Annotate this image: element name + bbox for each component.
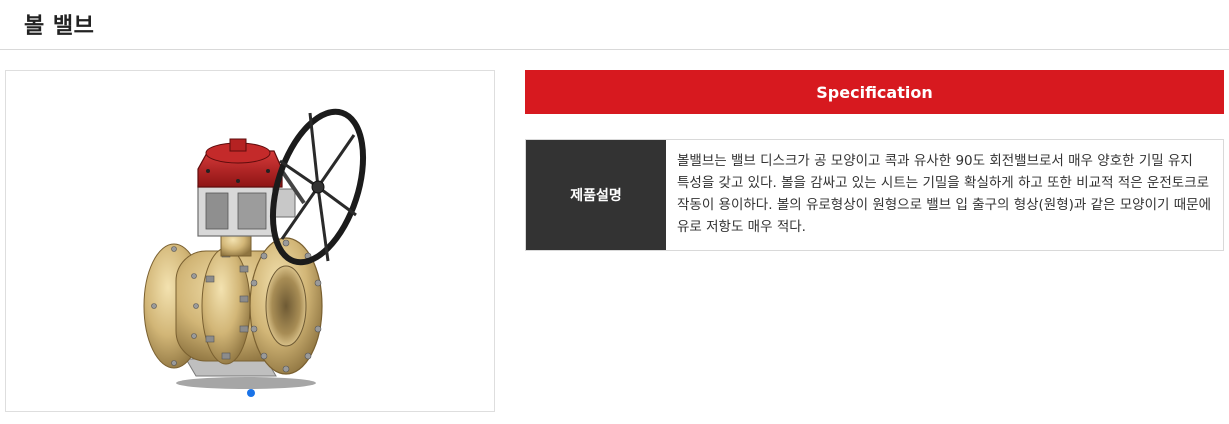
specification-header: Specification: [525, 70, 1224, 114]
slide-indicator-dot[interactable]: [247, 389, 255, 397]
spec-value-product-description: 볼밸브는 밸브 디스크가 공 모양이고 콕과 유사한 90도 회전밸브로서 매우…: [677, 153, 1211, 235]
ball-valve-image: [143, 108, 367, 389]
product-image-gallery[interactable]: [5, 70, 495, 412]
spec-label-product-description: 제품설명: [526, 140, 666, 250]
spec-table: 제품설명 볼밸브는 밸브 디스크가 공 모양이고 콕과 유사한 90도 회전밸브…: [525, 139, 1224, 251]
page-title: 볼 밸브: [24, 14, 95, 39]
page-header: 볼 밸브: [0, 0, 1229, 50]
